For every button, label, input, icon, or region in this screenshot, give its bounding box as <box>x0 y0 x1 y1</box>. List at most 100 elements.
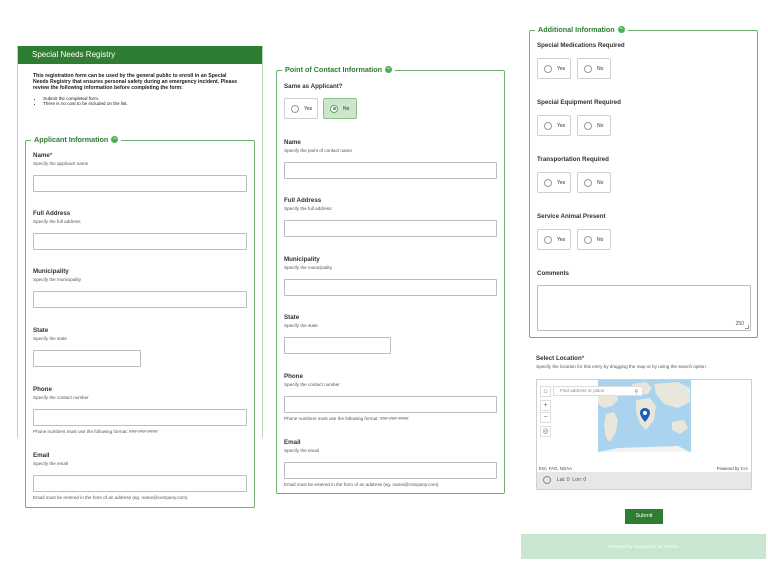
medications-no-option[interactable]: No <box>577 58 611 79</box>
applicant-address-label: Full Address <box>33 210 71 217</box>
intro-paragraph: This registration form can be used by th… <box>33 73 238 92</box>
applicant-address-input[interactable] <box>33 233 247 250</box>
no-label: No <box>597 179 604 186</box>
map-search-placeholder: Find address or place <box>560 388 605 393</box>
required-marker: * <box>581 355 585 362</box>
esri-link[interactable]: Esri <box>741 466 748 471</box>
yes-label: Yes <box>557 122 566 129</box>
service-animal-question: Service Animal Present <box>537 213 606 220</box>
no-label: No <box>597 65 604 72</box>
applicant-phone-note: Phone numbers must use the following for… <box>33 429 158 434</box>
map-attribution: Esri, FAO, NOAA <box>539 466 572 471</box>
applicant-group: Applicant Information − Name* Specify th… <box>25 135 255 508</box>
contact-address-input[interactable] <box>284 220 497 237</box>
applicant-email-input[interactable] <box>33 475 247 492</box>
intro-bullet: There is no cost to be included on the l… <box>43 101 243 106</box>
contact-name-input[interactable] <box>284 162 497 179</box>
yes-label: Yes <box>557 65 566 72</box>
contact-municipality-question: Municipality Specify the municipality <box>284 256 332 270</box>
contact-name-label: Name <box>284 139 301 146</box>
locate-icon[interactable]: ◎ <box>540 426 551 437</box>
radio-icon <box>544 178 552 187</box>
no-label: No <box>597 236 604 243</box>
form-title: Special Needs Registry <box>18 46 262 64</box>
medications-yes-option[interactable]: Yes <box>537 58 571 79</box>
collapse-icon[interactable]: − <box>385 66 393 73</box>
additional-group: Additional Information − Special Medicat… <box>529 25 758 338</box>
equipment-label: Special Equipment Required <box>537 99 621 106</box>
applicant-municipality-hint: Specify the municipality <box>33 277 82 282</box>
contact-municipality-input[interactable] <box>284 279 497 296</box>
contact-municipality-label: Municipality <box>284 256 320 263</box>
transportation-no-option[interactable]: No <box>577 172 611 193</box>
applicant-address-question: Full Address Specify the full address <box>33 210 81 224</box>
applicant-phone-label: Phone <box>33 386 52 393</box>
contact-email-input[interactable] <box>284 462 497 479</box>
applicant-name-input[interactable] <box>33 175 247 192</box>
equipment-no-option[interactable]: No <box>577 115 611 136</box>
transportation-question: Transportation Required <box>537 156 609 163</box>
latitude-readout: Lat: 0 <box>557 477 570 483</box>
collapse-icon[interactable]: − <box>617 26 625 33</box>
service-animal-no-option[interactable]: No <box>577 229 611 250</box>
applicant-group-title[interactable]: Applicant Information − <box>31 135 122 144</box>
contact-state-input[interactable] <box>284 337 391 354</box>
contact-phone-input[interactable] <box>284 396 497 413</box>
transportation-label: Transportation Required <box>537 156 609 163</box>
intro-list: Submit the completed form. There is no c… <box>33 96 243 107</box>
contact-phone-hint: Specify the contact number <box>284 382 340 387</box>
same-no-label: No <box>343 105 350 112</box>
location-label: Select Location <box>536 355 582 362</box>
same-no-option[interactable]: No <box>323 98 357 119</box>
location-map[interactable]: ⌂ Find address or place ⚲ + − ◎ Esri, FA… <box>536 379 752 490</box>
map-search-input[interactable]: Find address or place ⚲ <box>553 386 643 396</box>
contact-state-question: State Specify the state <box>284 314 318 328</box>
no-label: No <box>597 122 604 129</box>
applicant-municipality-input[interactable] <box>33 291 247 308</box>
applicant-email-hint: Specify the email <box>33 461 68 466</box>
transportation-yes-option[interactable]: Yes <box>537 172 571 193</box>
location-question: Select Location* Specify the location fo… <box>536 355 756 369</box>
radio-icon <box>584 121 592 130</box>
comments-label: Comments <box>537 270 569 277</box>
additional-group-title[interactable]: Additional Information − <box>535 25 628 34</box>
additional-group-label: Additional Information <box>538 25 615 34</box>
location-hint: Specify the location for this entry by d… <box>536 364 706 369</box>
applicant-phone-hint: Specify the contact number <box>33 395 89 400</box>
applicant-phone-input[interactable] <box>33 409 247 426</box>
radio-icon <box>584 64 592 73</box>
coordinates-bar: Lat: 0 Lon: 0 <box>537 472 751 489</box>
powered-prefix: Powered by <box>716 466 741 471</box>
zoom-out-icon[interactable]: − <box>540 412 551 423</box>
applicant-municipality-question: Municipality Specify the municipality <box>33 268 81 282</box>
service-animal-yes-option[interactable]: Yes <box>537 229 571 250</box>
crosshair-icon[interactable] <box>543 476 551 484</box>
zoom-in-icon[interactable]: + <box>540 400 551 411</box>
comments-textarea[interactable]: 250 <box>537 285 751 331</box>
applicant-email-label: Email <box>33 452 50 459</box>
submit-button[interactable]: Submit <box>625 509 663 524</box>
same-yes-option[interactable]: Yes <box>284 98 318 119</box>
contact-group-label: Point of Contact Information <box>285 65 383 74</box>
contact-address-question: Full Address Specify the full address <box>284 197 332 211</box>
contact-group: Point of Contact Information − Same as A… <box>276 65 505 494</box>
search-icon[interactable]: ⚲ <box>634 388 638 396</box>
applicant-state-input[interactable] <box>33 350 141 367</box>
resize-handle-icon[interactable] <box>745 325 749 329</box>
yes-label: Yes <box>557 236 566 243</box>
collapse-icon[interactable]: − <box>111 136 119 143</box>
yes-label: Yes <box>557 179 566 186</box>
home-icon[interactable]: ⌂ <box>540 386 551 397</box>
same-as-applicant-label: Same as Applicant? <box>284 83 343 90</box>
map-pin-icon[interactable] <box>640 408 650 422</box>
contact-address-hint: Specify the full address <box>284 206 332 211</box>
contact-phone-question: Phone Specify the contact number <box>284 373 340 387</box>
contact-email-hint: Specify the email <box>284 448 319 453</box>
contact-group-title[interactable]: Point of Contact Information − <box>282 65 396 74</box>
same-yes-label: Yes <box>304 105 313 112</box>
equipment-yes-option[interactable]: Yes <box>537 115 571 136</box>
character-counter: 250 <box>735 321 744 327</box>
applicant-municipality-label: Municipality <box>33 268 69 275</box>
applicant-name-label: Name <box>33 152 50 159</box>
contact-state-hint: Specify the state <box>284 323 318 328</box>
